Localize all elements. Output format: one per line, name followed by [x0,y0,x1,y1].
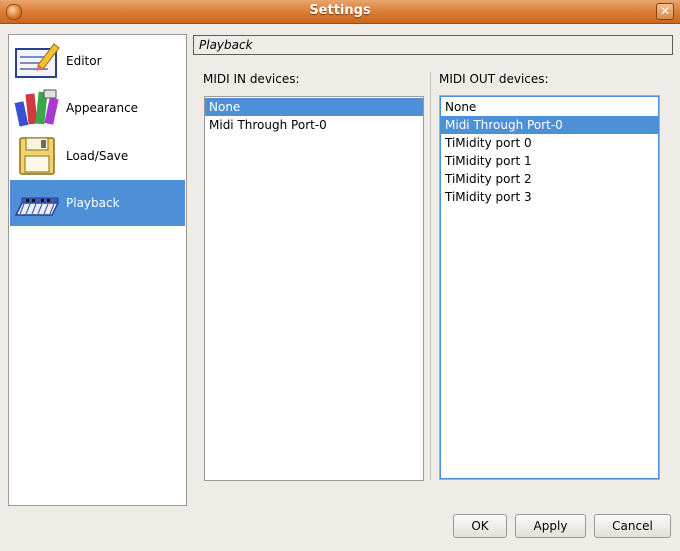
settings-sidebar: Editor Appearance Load/Save Playback [8,34,187,506]
list-item[interactable]: Midi Through Port-0 [205,116,423,134]
section-header: Playback [193,35,673,55]
cancel-button[interactable]: Cancel [594,514,671,538]
list-item[interactable]: None [441,98,658,116]
floppy-disk-icon [19,137,55,175]
sidebar-item-label: Load/Save [66,149,129,163]
midi-out-label: MIDI OUT devices: [439,72,549,86]
apply-button[interactable]: Apply [515,514,586,538]
editor-icon [15,43,60,78]
midi-in-label: MIDI IN devices: [203,72,300,86]
list-item[interactable]: TiMidity port 2 [441,170,658,188]
sidebar-item-label: Appearance [66,101,139,115]
close-button[interactable]: ✕ [656,3,674,20]
appearance-icon [14,89,59,127]
ok-button[interactable]: OK [453,514,507,538]
sidebar-item-label: Editor [66,54,102,68]
sidebar-item-editor[interactable]: Editor [10,38,185,84]
list-item[interactable]: Midi Through Port-0 [441,116,658,134]
sidebar-item-load-save[interactable]: Load/Save [10,133,185,179]
list-item[interactable]: TiMidity port 3 [441,188,658,206]
midi-out-list[interactable]: None Midi Through Port-0 TiMidity port 0… [440,96,659,479]
list-item[interactable]: TiMidity port 0 [441,134,658,152]
midi-in-list[interactable]: None Midi Through Port-0 [204,96,424,481]
sidebar-item-label: Playback [66,196,120,210]
column-separator [430,72,431,480]
window-title: Settings [309,3,371,18]
section-title: Playback [199,38,253,52]
piano-keyboard-icon [14,197,60,216]
list-item[interactable]: TiMidity port 1 [441,152,658,170]
sidebar-item-playback[interactable]: Playback [10,180,185,226]
title-bar: Settings ✕ [0,0,680,24]
sidebar-item-appearance[interactable]: Appearance [10,85,185,131]
list-item[interactable]: None [205,98,423,116]
close-icon: ✕ [659,4,671,18]
